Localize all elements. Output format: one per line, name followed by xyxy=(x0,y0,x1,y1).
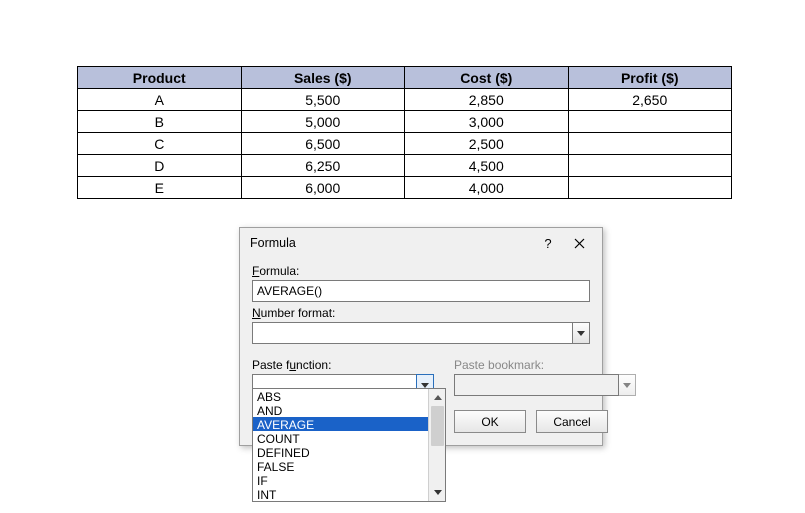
cell-sales: 6,250 xyxy=(241,155,405,177)
paste-bookmark-label: Paste bookmark: xyxy=(454,358,636,372)
cell-profit: 2,650 xyxy=(568,89,732,111)
dialog-title: Formula xyxy=(250,236,534,250)
cell-cost: 2,850 xyxy=(405,89,569,111)
scroll-down-button[interactable] xyxy=(429,484,446,501)
chevron-down-icon xyxy=(421,383,429,388)
cell-cost: 4,500 xyxy=(405,155,569,177)
paste-bookmark-dropdown-button xyxy=(618,374,636,396)
scroll-up-button[interactable] xyxy=(429,389,446,406)
col-cost: Cost ($) xyxy=(405,67,569,89)
cell-cost: 4,000 xyxy=(405,177,569,199)
cell-sales: 5,000 xyxy=(241,111,405,133)
table-row: D 6,250 4,500 xyxy=(78,155,732,177)
function-option[interactable]: FALSE xyxy=(253,459,445,473)
cancel-button[interactable]: Cancel xyxy=(536,410,608,433)
paste-function-listbox[interactable]: ABSANDAVERAGECOUNTDEFINEDFALSEIFINT xyxy=(252,388,446,502)
help-icon[interactable]: ? xyxy=(534,236,562,251)
formula-label: Formula: xyxy=(252,264,590,278)
chevron-down-icon xyxy=(434,490,442,495)
function-option[interactable]: AND xyxy=(253,403,445,417)
chevron-up-icon xyxy=(434,395,442,400)
cell-sales: 6,500 xyxy=(241,133,405,155)
cell-profit xyxy=(568,177,732,199)
table-row: E 6,000 4,000 xyxy=(78,177,732,199)
cell-profit xyxy=(568,111,732,133)
formula-input[interactable] xyxy=(252,280,590,302)
function-option[interactable]: COUNT xyxy=(253,431,445,445)
table-row: C 6,500 2,500 xyxy=(78,133,732,155)
table-row: B 5,000 3,000 xyxy=(78,111,732,133)
close-icon[interactable] xyxy=(562,232,596,254)
cell-product: A xyxy=(78,89,242,111)
chevron-down-icon xyxy=(577,331,585,336)
function-option[interactable]: INT xyxy=(253,487,445,501)
dialog-titlebar[interactable]: Formula ? xyxy=(240,228,602,258)
cell-sales: 5,500 xyxy=(241,89,405,111)
function-option[interactable]: DEFINED xyxy=(253,445,445,459)
cell-sales: 6,000 xyxy=(241,177,405,199)
paste-bookmark-combo xyxy=(454,374,619,396)
cell-cost: 3,000 xyxy=(405,111,569,133)
paste-function-label: Paste function: xyxy=(252,358,434,372)
chevron-down-icon xyxy=(623,383,631,388)
cell-profit xyxy=(568,133,732,155)
col-profit: Profit ($) xyxy=(568,67,732,89)
scroll-thumb[interactable] xyxy=(431,406,444,446)
number-format-label: Number format: xyxy=(252,306,590,320)
function-option[interactable]: IF xyxy=(253,473,445,487)
ok-button[interactable]: OK xyxy=(454,410,526,433)
cell-product: D xyxy=(78,155,242,177)
table-row: A 5,500 2,850 2,650 xyxy=(78,89,732,111)
cell-cost: 2,500 xyxy=(405,133,569,155)
function-option[interactable]: ABS xyxy=(253,389,445,403)
scrollbar[interactable] xyxy=(428,389,445,501)
cell-product: B xyxy=(78,111,242,133)
col-product: Product xyxy=(78,67,242,89)
function-option[interactable]: AVERAGE xyxy=(253,417,445,431)
cell-product: E xyxy=(78,177,242,199)
number-format-dropdown-button[interactable] xyxy=(572,322,590,344)
formula-dialog: Formula ? Formula: /*noop placeholder; r… xyxy=(239,227,603,446)
table-header-row: Product Sales ($) Cost ($) Profit ($) xyxy=(78,67,732,89)
cell-profit xyxy=(568,155,732,177)
number-format-combo[interactable] xyxy=(252,322,573,344)
col-sales: Sales ($) xyxy=(241,67,405,89)
cell-product: C xyxy=(78,133,242,155)
product-table: Product Sales ($) Cost ($) Profit ($) A … xyxy=(77,66,732,199)
